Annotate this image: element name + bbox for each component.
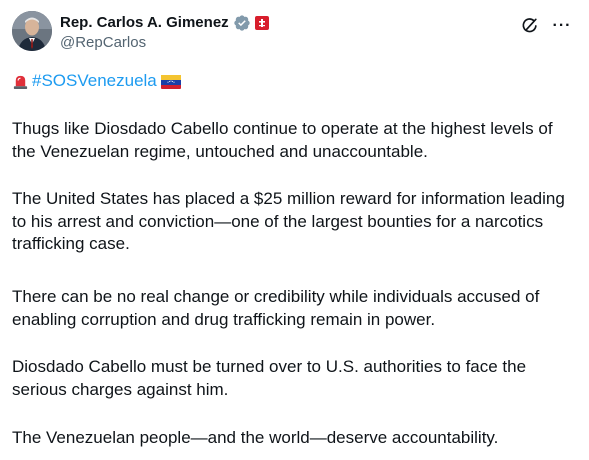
post-paragraph-1: Thugs like Diosdado Cabello continue to … bbox=[12, 119, 553, 161]
author-names: Rep. Carlos A. Gimenez @RepCarlos bbox=[60, 13, 269, 53]
tweet-header: Rep. Carlos A. Gimenez @RepCarlos ··· bbox=[12, 11, 577, 55]
tweet-body: #SOSVenezuela Thugs like Diosdado Cabell… bbox=[12, 69, 577, 447]
tweet-actions: ··· bbox=[515, 11, 577, 41]
avatar[interactable] bbox=[12, 11, 52, 51]
author-handle[interactable]: @RepCarlos bbox=[60, 33, 269, 53]
government-affiliation-icon bbox=[254, 16, 269, 30]
post-paragraph-3: There can be no real change or credibili… bbox=[12, 287, 540, 329]
tweet: Rep. Carlos A. Gimenez @RepCarlos ··· #S… bbox=[0, 0, 589, 460]
venezuela-flag-icon bbox=[160, 74, 181, 89]
verified-badge-icon bbox=[233, 14, 251, 32]
post-paragraph-2: The United States has placed a $25 milli… bbox=[12, 189, 565, 254]
hashtag-sosvenezuela[interactable]: #SOSVenezuela bbox=[32, 70, 157, 93]
author-display-name[interactable]: Rep. Carlos A. Gimenez bbox=[60, 13, 229, 33]
hashtag-line: #SOSVenezuela bbox=[12, 69, 577, 93]
post-paragraph-4: Diosdado Cabello must be turned over to … bbox=[12, 357, 527, 399]
grok-icon[interactable] bbox=[515, 11, 545, 41]
siren-emoji-icon bbox=[12, 73, 29, 90]
post-paragraph-5: The Venezuelan people—and the world—dese… bbox=[12, 428, 499, 447]
more-options-button[interactable]: ··· bbox=[547, 11, 577, 41]
